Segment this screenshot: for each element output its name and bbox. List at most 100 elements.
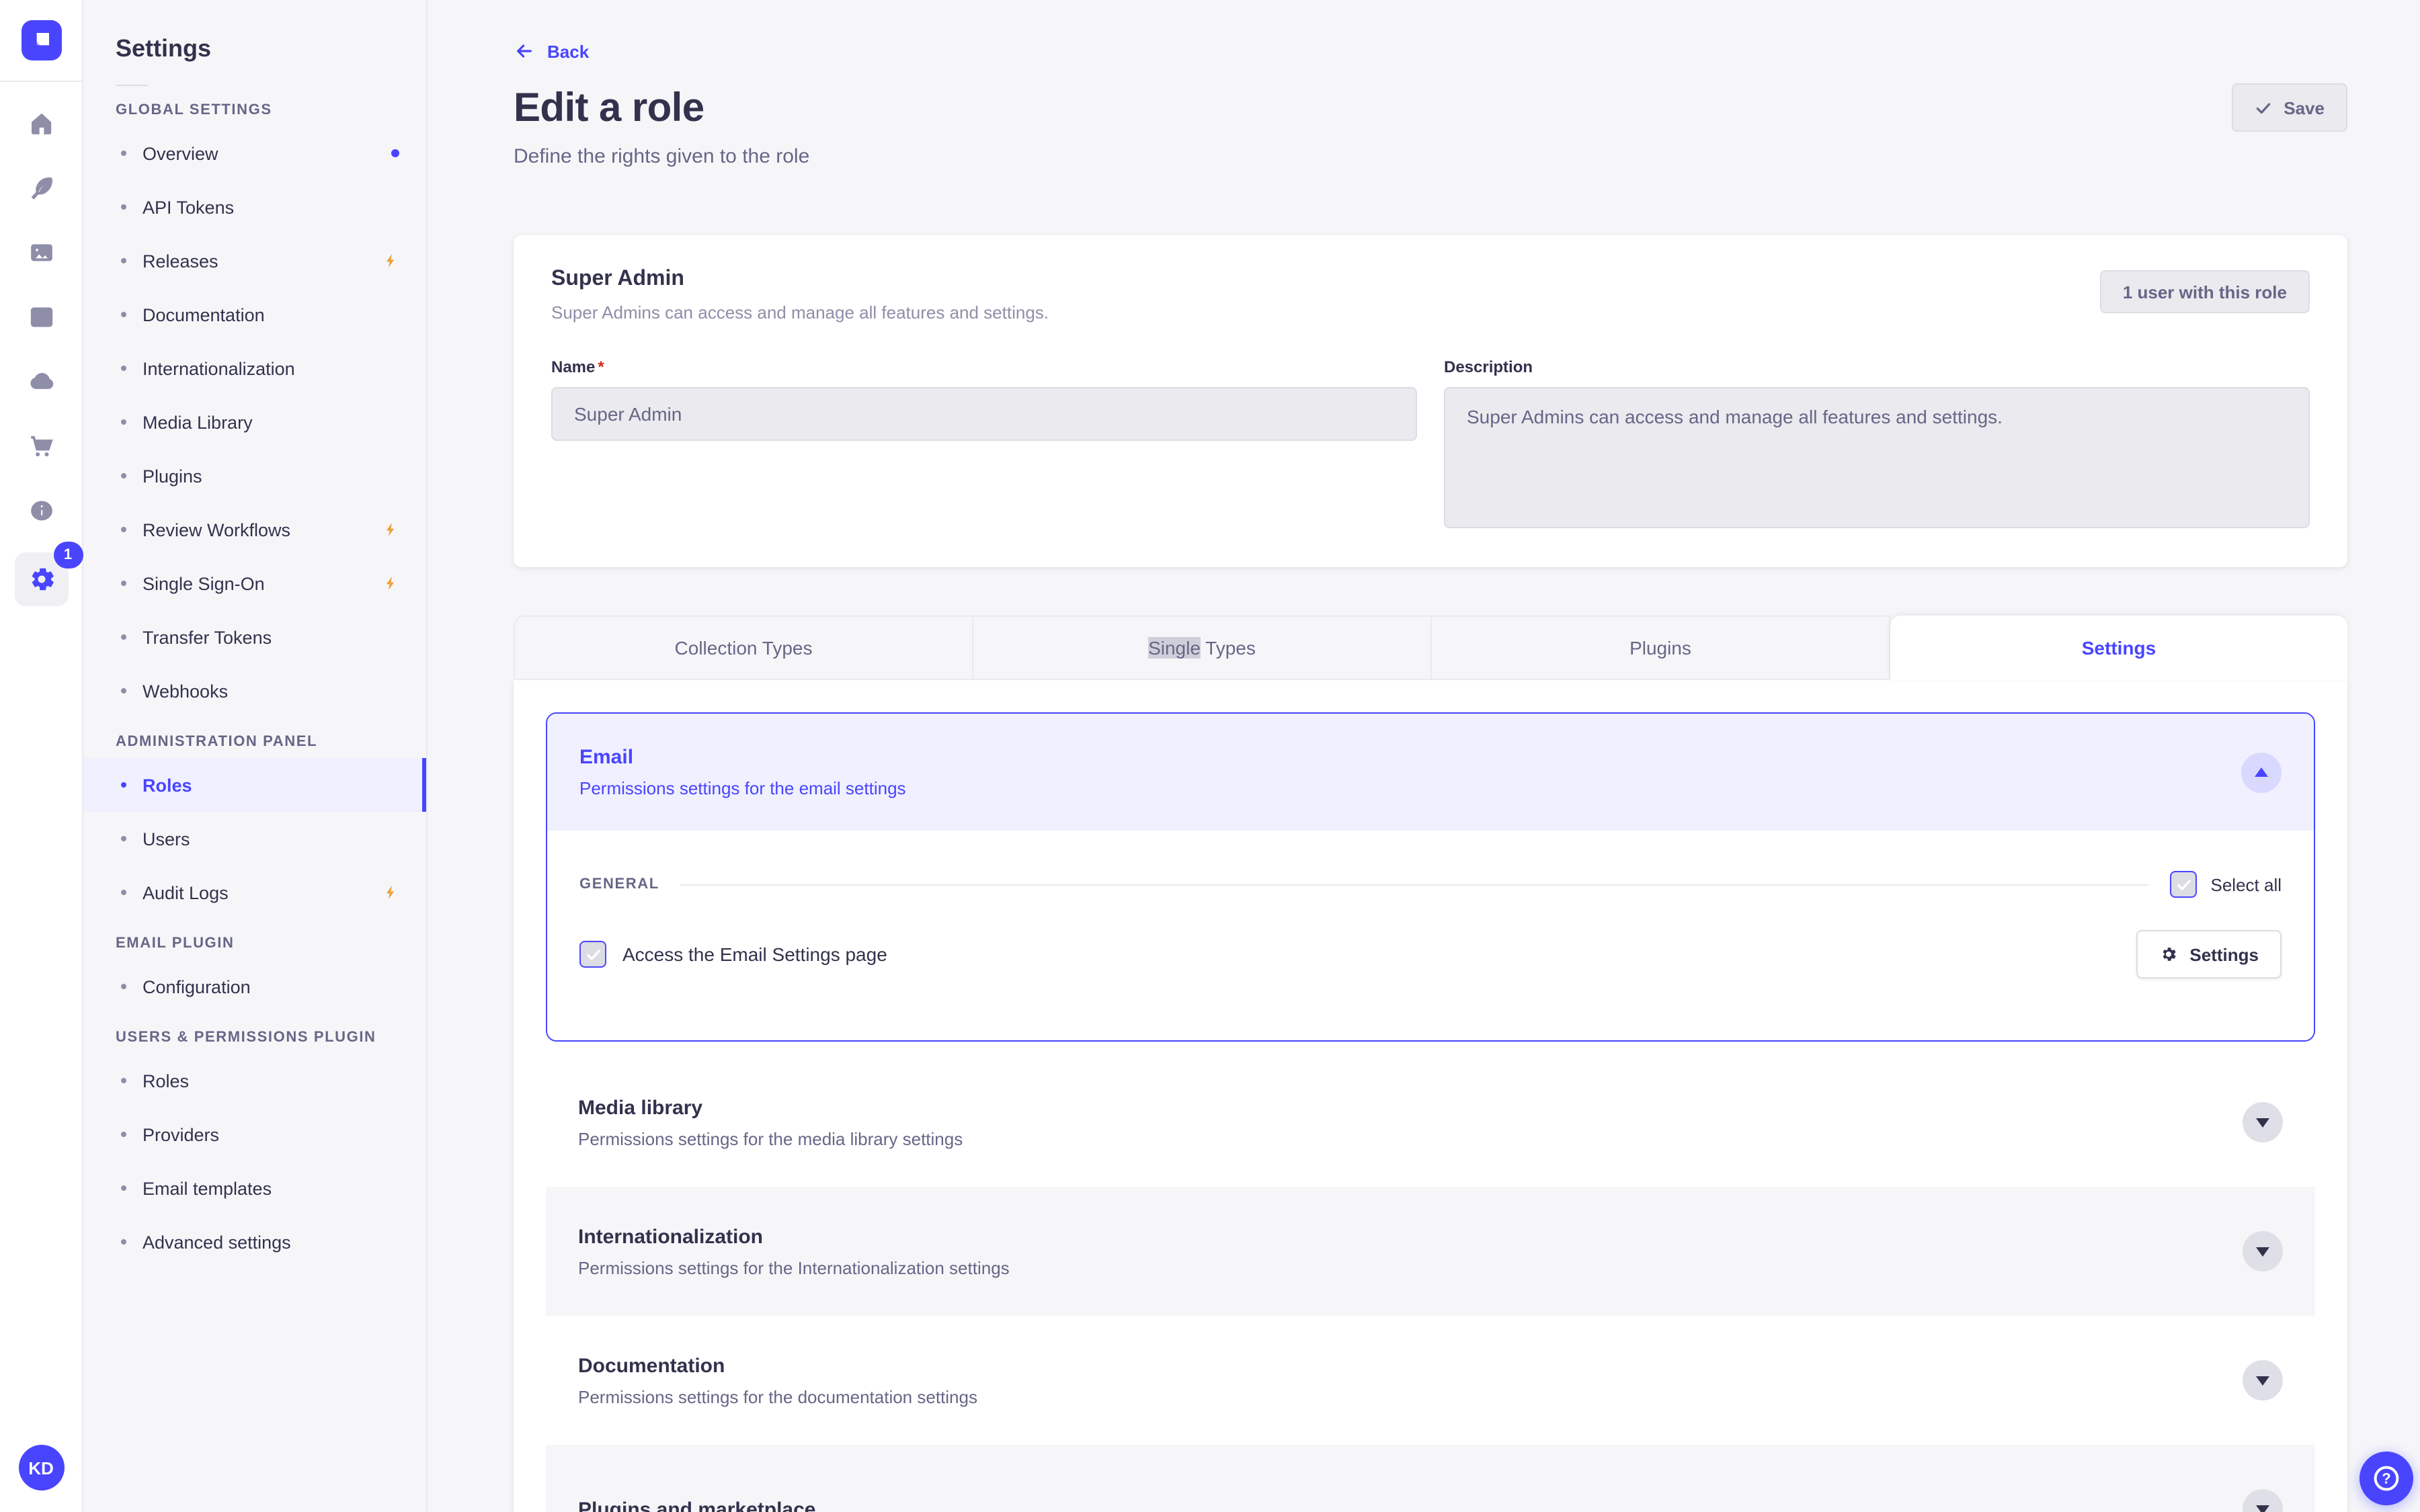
accordion-plugins-and-marketplace[interactable]: Plugins and marketplace [546, 1445, 2315, 1512]
save-button[interactable]: Save [2231, 83, 2347, 132]
chevron-down-icon[interactable] [2243, 1231, 2283, 1271]
content-manager-feather-icon[interactable] [18, 165, 64, 211]
tab-settings[interactable]: Settings [1890, 616, 2347, 680]
bullet-icon [121, 366, 126, 371]
accordion-title: Plugins and marketplace [578, 1498, 816, 1512]
email-settings-access-checkbox[interactable] [579, 941, 606, 968]
settings-tab-panel: Email Permissions settings for the email… [514, 680, 2347, 1512]
name-input[interactable] [551, 387, 1417, 441]
chevron-down-icon[interactable] [2243, 1102, 2283, 1142]
media-library-pictures-icon[interactable] [18, 230, 64, 276]
sidebar-item-overview[interactable]: Overview [83, 126, 426, 180]
lightning-bolt-icon [383, 884, 399, 900]
email-accordion-subtitle: Permissions settings for the email setti… [579, 778, 906, 798]
tab-collection-types[interactable]: Collection Types [514, 616, 973, 680]
sidebar-item-transfer-tokens[interactable]: Transfer Tokens [83, 610, 426, 664]
strapi-logo[interactable] [21, 20, 61, 60]
sidebar-item-internationalization[interactable]: Internationalization [83, 341, 426, 395]
sidebar-section: EMAIL PLUGIN Configuration [83, 935, 426, 1013]
bullet-icon [121, 688, 126, 694]
sidebar-section: ADMINISTRATION PANEL Roles Users Audit Logs [83, 734, 426, 919]
page-subtitle: Define the rights given to the role [514, 145, 810, 168]
sidebar-section-header: GLOBAL SETTINGS [116, 102, 272, 118]
tab-single-types[interactable]: Single Types [973, 616, 1432, 680]
sidebar-section-header: EMAIL PLUGIN [116, 935, 235, 952]
bullet-icon [121, 1132, 126, 1137]
bullet-icon [121, 836, 126, 841]
gear-icon [2162, 948, 2176, 961]
chevron-up-icon[interactable] [2241, 752, 2282, 792]
description-label: Description [1444, 358, 1533, 376]
sidebar-item-users[interactable]: Users [83, 812, 426, 866]
permissions-tabs-panel: Collection Types Single Types Plugins Setti… [514, 616, 2347, 1512]
bullet-icon [121, 581, 126, 586]
select-all-checkbox[interactable] [2170, 871, 2197, 898]
bullet-icon [121, 151, 126, 156]
role-name-heading: Super Admin [551, 267, 684, 290]
lightning-bolt-icon [383, 521, 399, 538]
sidebar-item-releases[interactable]: Releases [83, 234, 426, 288]
accordion-internationalization[interactable]: Internationalization Permissions settings… [546, 1187, 2315, 1316]
permission-label: Access the Email Settings page [622, 943, 887, 965]
section-divider [680, 884, 2149, 885]
lightning-bolt-icon [383, 253, 399, 269]
bullet-icon [121, 1239, 126, 1245]
bullet-icon [121, 312, 126, 317]
rail-divider [0, 81, 82, 82]
bullet-icon [121, 473, 126, 478]
sidebar-item-api-tokens[interactable]: API Tokens [83, 180, 426, 234]
svg-text:?: ? [2382, 1470, 2390, 1487]
accordion-media-library[interactable]: Media library Permissions settings for th… [546, 1058, 2315, 1187]
rail-icon-list: 1 [14, 101, 83, 606]
email-settings-button[interactable]: Settings [2136, 930, 2282, 978]
users-with-role-button[interactable]: 1 user with this role [2099, 270, 2310, 313]
chevron-down-icon[interactable] [2243, 1360, 2283, 1400]
sidebar-item-email-templates[interactable]: Email templates [83, 1161, 426, 1215]
sidebar-item-media-library[interactable]: Media Library [83, 395, 426, 449]
sidebar-item-configuration[interactable]: Configuration [83, 960, 426, 1013]
accordion-documentation[interactable]: Documentation Permissions settings for th… [546, 1316, 2315, 1445]
info-icon[interactable] [18, 488, 64, 534]
sidebar-item-roles[interactable]: Roles [83, 758, 426, 812]
bullet-icon [121, 984, 126, 989]
check-icon [2177, 879, 2191, 890]
sidebar-item-advanced-settings[interactable]: Advanced settings [83, 1215, 426, 1269]
settings-gear-icon[interactable]: 1 [14, 542, 83, 606]
accordion-subtitle: Permissions settings for the Internation… [578, 1257, 1010, 1277]
sidebar-item-single-sign-on[interactable]: Single Sign-On [83, 556, 426, 610]
help-button[interactable]: ? [2360, 1452, 2413, 1505]
email-accordion-header[interactable]: Email Permissions settings for the email… [547, 714, 2314, 831]
accordion-title: Documentation [578, 1354, 725, 1377]
sidebar-item-roles[interactable]: Roles [83, 1054, 426, 1107]
role-card: Super Admin Super Admins can access and … [514, 235, 2347, 567]
settings-sidebar: Settings GLOBAL SETTINGS Overview API Toke… [83, 0, 428, 1512]
email-accordion-title: Email [579, 746, 634, 769]
back-link[interactable]: Back [514, 40, 589, 62]
bullet-icon [121, 1078, 126, 1083]
sidebar-item-plugins[interactable]: Plugins [83, 449, 426, 503]
sidebar-item-review-workflows[interactable]: Review Workflows [83, 503, 426, 556]
tab-plugins[interactable]: Plugins [1432, 616, 1890, 680]
chevron-down-icon[interactable] [2243, 1489, 2283, 1512]
email-permission-panel: Email Permissions settings for the email… [546, 712, 2315, 1042]
marketplace-cart-icon[interactable] [18, 423, 64, 469]
avatar[interactable]: KD [18, 1445, 64, 1490]
cloud-icon[interactable] [18, 359, 64, 405]
bullet-icon [121, 419, 126, 425]
sidebar-item-audit-logs[interactable]: Audit Logs [83, 866, 426, 919]
description-input[interactable]: Super Admins can access and manage all f… [1444, 387, 2310, 528]
bullet-icon [121, 527, 126, 532]
role-description-subtext: Super Admins can access and manage all f… [551, 302, 1049, 323]
sidebar-title: Settings [116, 35, 212, 62]
home-icon[interactable] [18, 101, 64, 146]
sidebar-item-providers[interactable]: Providers [83, 1107, 426, 1161]
sidebar-section: GLOBAL SETTINGS Overview API Tokens Release… [83, 102, 426, 718]
sidebar-item-webhooks[interactable]: Webhooks [83, 664, 426, 718]
main-content: Back Edit a role Define the rights given… [428, 0, 2420, 1512]
notification-dot [391, 149, 399, 157]
sidebar-item-documentation[interactable]: Documentation [83, 288, 426, 341]
sidebar-section-header: USERS & PERMISSIONS PLUGIN [116, 1030, 376, 1046]
bullet-icon [121, 1185, 126, 1191]
page-title: Edit a role [514, 86, 704, 130]
content-type-builder-layout-icon[interactable] [18, 294, 64, 340]
